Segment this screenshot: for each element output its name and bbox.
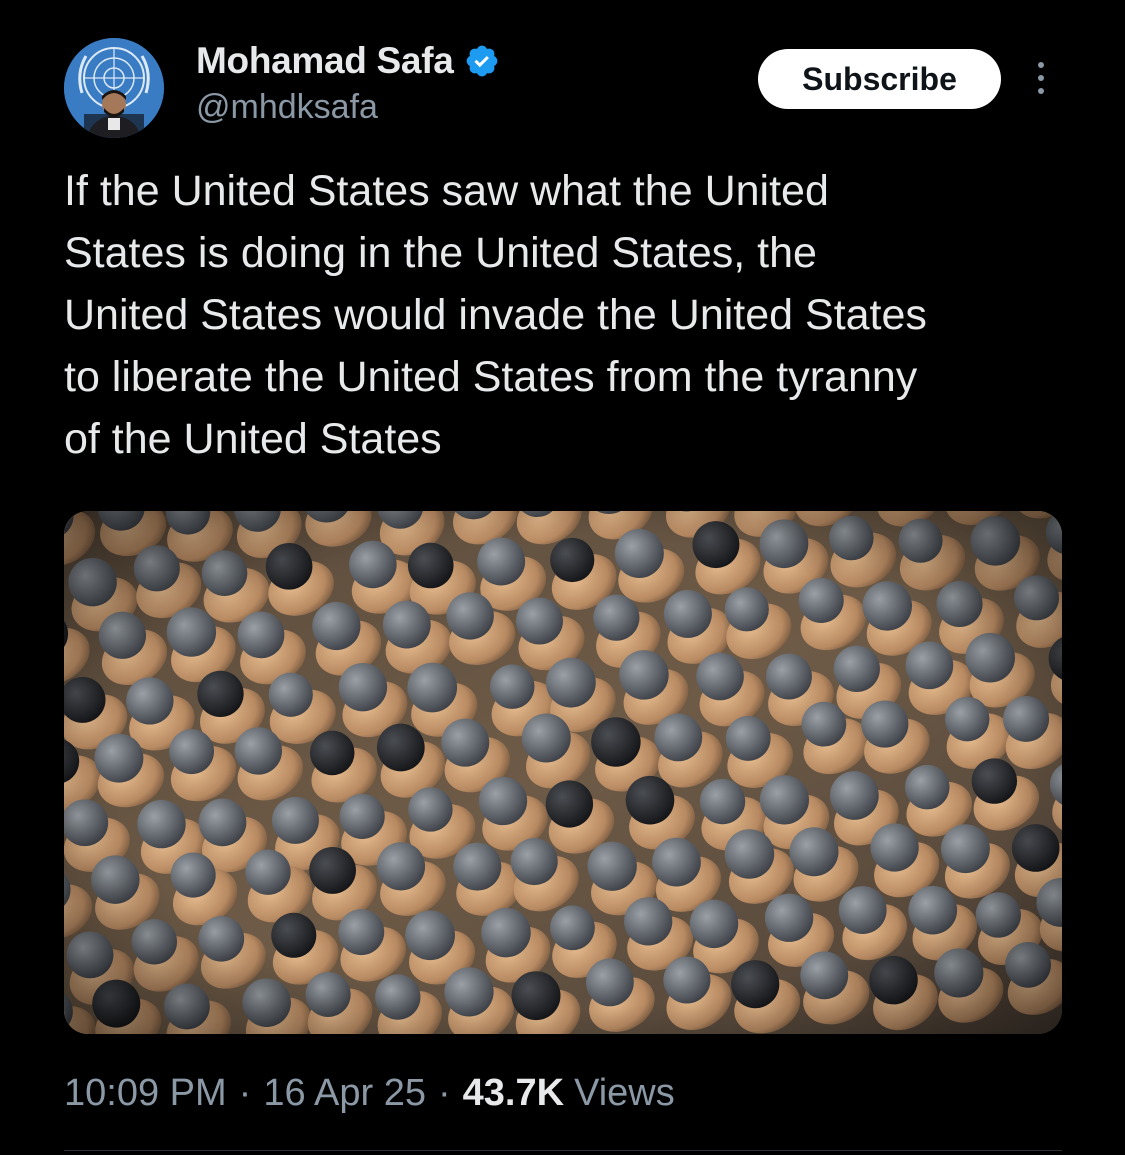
more-dot xyxy=(1038,75,1044,81)
divider xyxy=(64,1150,1062,1151)
meta-separator: · xyxy=(238,1072,252,1114)
verified-badge-icon[interactable] xyxy=(464,43,500,79)
author-handle[interactable]: @mhdksafa xyxy=(196,88,378,127)
meta-separator: · xyxy=(438,1072,451,1114)
tweet-time[interactable]: 10:09 PM xyxy=(64,1072,227,1115)
tweet-date[interactable]: 16 Apr 25 xyxy=(263,1072,426,1115)
more-vertical-icon[interactable] xyxy=(1030,56,1052,100)
tweet: Mohamad Safa @mhdksafa Subscribe If the … xyxy=(0,0,1125,1155)
un-emblem-avatar xyxy=(64,38,164,138)
subscribe-button[interactable]: Subscribe xyxy=(758,49,1001,109)
more-dot xyxy=(1038,88,1044,94)
author-avatar[interactable] xyxy=(64,38,164,138)
author-display-name[interactable]: Mohamad Safa xyxy=(196,38,500,84)
display-name-text[interactable]: Mohamad Safa xyxy=(196,40,454,82)
photo-image xyxy=(64,511,1062,1034)
tweet-meta: 10:09 PM · 16 Apr 25 · 43.7K Views xyxy=(64,1072,675,1115)
views-label: Views xyxy=(574,1072,675,1114)
tweet-media-photo[interactable] xyxy=(64,511,1062,1034)
views-count: 43.7K xyxy=(462,1072,565,1114)
tweet-text: If the United States saw what the United… xyxy=(64,167,927,463)
more-dot xyxy=(1038,62,1044,68)
